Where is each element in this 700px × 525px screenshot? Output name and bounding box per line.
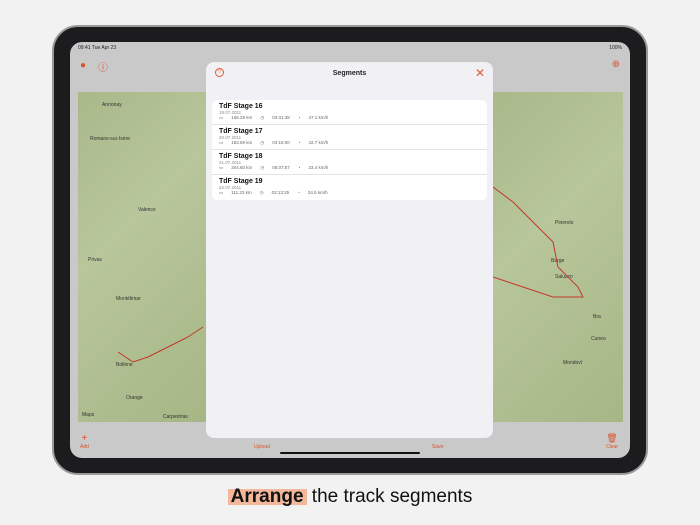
segment-distance: 111.23 km [231, 190, 252, 195]
status-time: 09:41 [78, 45, 91, 51]
add-button[interactable]: + Add [80, 433, 89, 450]
upload-button[interactable]: Upload [254, 444, 270, 450]
map-left[interactable]: Romans-sur-Isère Annonay Valence Privas … [78, 92, 206, 422]
segment-row[interactable]: TdF Stage 17 20.07.2011 ▭ 183.69 km ◷ 04:18… [212, 125, 487, 150]
speed-icon: ◔ [297, 140, 301, 145]
clear-button[interactable]: 🗑 Clear [606, 433, 618, 450]
home-indicator [280, 452, 420, 454]
close-icon[interactable]: ✕ [475, 66, 485, 80]
distance-icon: ▭ [219, 115, 224, 120]
route-line [117, 326, 204, 363]
map-right[interactable]: Pinerolo Cuneo Saluzzo Mondovì Barge Bra [493, 92, 623, 422]
segment-speed: 33.4 km/h [308, 165, 329, 170]
segment-speed: 42.7 km/h [308, 140, 329, 145]
segment-duration: 06:07:57 [272, 165, 290, 170]
save-button[interactable]: Save [432, 444, 443, 450]
segment-name: TdF Stage 17 [219, 128, 263, 135]
segment-name: TdF Stage 18 [219, 153, 263, 160]
distance-icon: ▭ [219, 140, 224, 145]
segments-list: TdF Stage 16 19.07.2011 ▭ 166.28 km ◷ 03:31… [212, 100, 487, 200]
segment-distance: 166.28 km [231, 115, 253, 120]
distance-icon: ▭ [219, 190, 224, 195]
add-label: Add [80, 444, 89, 450]
speed-icon: ◔ [297, 165, 301, 170]
caption: Arrange the track segments [0, 486, 700, 508]
segment-duration: 03:13:25 [271, 190, 290, 195]
segment-speed: 47.1 km/h [308, 115, 329, 120]
status-battery: 100% [609, 45, 622, 51]
segment-name: TdF Stage 19 [219, 178, 263, 185]
status-bar: 09:41 Tue Apr 23 100% [78, 45, 622, 51]
save-label: Save [432, 444, 444, 450]
status-date: Tue Apr 23 [91, 45, 117, 51]
clear-label: Clear [606, 444, 618, 450]
segment-row[interactable]: TdF Stage 18 21.07.2011 ▭ 204.60 km ◷ 06:07… [212, 150, 487, 175]
clock-icon: ◷ [260, 165, 265, 170]
segments-modal: ▽ Segments ✕ TdF Stage 16 19.07.2011 ▭ 16… [206, 62, 493, 438]
segment-row[interactable]: TdF Stage 19 22.07.2011 ▭ 111.23 km ◷ 03:13… [212, 175, 487, 200]
speed-icon: ◔ [297, 115, 301, 120]
modal-title: Segments [332, 70, 367, 77]
segment-speed: 34.5 km/h [307, 190, 328, 195]
upload-label: Upload [254, 444, 270, 450]
segment-distance: 204.60 km [231, 165, 253, 170]
segment-row[interactable]: TdF Stage 16 19.07.2011 ▭ 166.28 km ◷ 03:31… [212, 100, 487, 125]
account-icon[interactable]: ● [80, 60, 86, 71]
segment-distance: 183.69 km [231, 140, 253, 145]
segment-duration: 03:31:38 [272, 115, 290, 120]
trash-icon: 🗑 [606, 433, 618, 443]
segment-name: TdF Stage 16 [219, 103, 263, 110]
clock-icon: ◷ [260, 115, 265, 120]
caption-bold: Arrange [227, 486, 307, 507]
distance-icon: ▭ [219, 165, 224, 170]
speed-icon: ◔ [297, 190, 300, 195]
route-line [493, 186, 584, 298]
ipad-frame: 09:41 Tue Apr 23 100% ● ⓘ ⊕ Romans-sur-I… [52, 25, 648, 475]
clock-icon: ◷ [259, 190, 264, 195]
zoom-icon[interactable]: ⊕ [612, 59, 620, 70]
info-icon[interactable]: ⓘ [98, 59, 108, 74]
caption-text: the track segments [306, 486, 473, 507]
segment-duration: 04:18:00 [272, 140, 290, 145]
screen: 09:41 Tue Apr 23 100% ● ⓘ ⊕ Romans-sur-I… [70, 42, 630, 458]
clock-icon: ◷ [260, 140, 265, 145]
